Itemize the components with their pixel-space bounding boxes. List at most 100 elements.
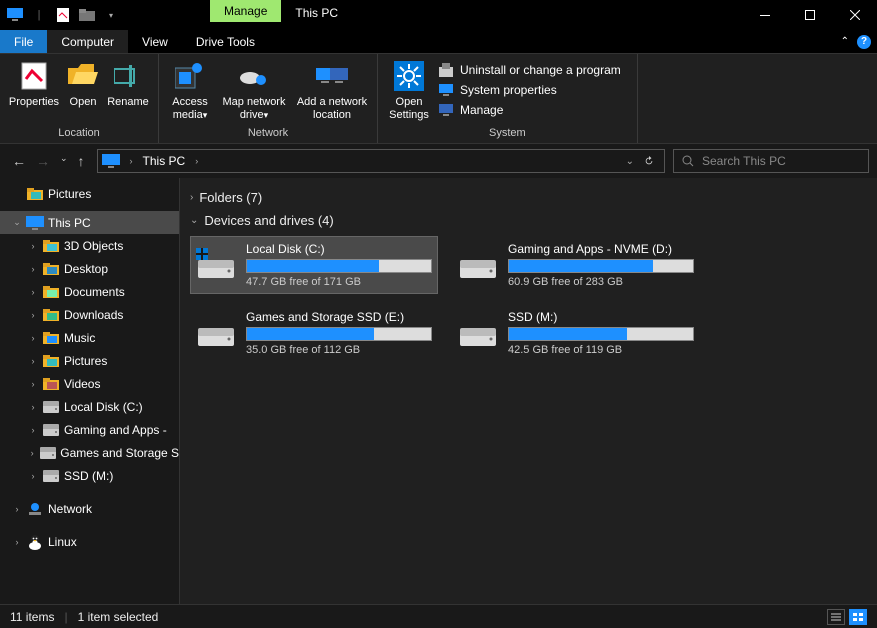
nav-back-button[interactable]: ← — [12, 153, 26, 169]
access-media-button[interactable]: Access media▾ — [165, 58, 215, 122]
navigation-tree[interactable]: Pictures⌄This PC›3D Objects›Desktop›Docu… — [0, 178, 180, 604]
address-bar[interactable]: › This PC › ⌄ — [97, 149, 665, 173]
tree-expand-icon[interactable]: › — [28, 264, 38, 274]
drive-icon — [196, 314, 236, 350]
tree-item[interactable]: › SSD (M:) — [0, 464, 179, 487]
tab-file[interactable]: File — [0, 30, 47, 53]
view-details-button[interactable] — [827, 609, 845, 625]
uninstall-icon — [438, 62, 454, 78]
tree-expand-icon[interactable]: ⌄ — [12, 217, 22, 228]
tree-item-label: Documents — [64, 285, 125, 299]
folder-desk-icon — [42, 261, 60, 277]
folder-pic-icon — [26, 186, 44, 202]
tree-item[interactable]: › Desktop — [0, 257, 179, 280]
tree-item[interactable]: ›Network — [0, 497, 179, 520]
qat-dropdown-icon[interactable]: ▾ — [100, 4, 122, 26]
drive-free-text: 60.9 GB free of 283 GB — [508, 276, 694, 288]
window-title: This PC — [281, 0, 352, 30]
tree-expand-icon[interactable]: › — [12, 537, 22, 547]
tab-computer[interactable]: Computer — [47, 30, 128, 53]
tree-item[interactable]: ›Linux — [0, 530, 179, 553]
open-settings-button[interactable]: Open Settings — [384, 58, 434, 122]
properties-button[interactable]: Properties — [6, 58, 62, 109]
tree-expand-icon[interactable]: › — [28, 241, 38, 251]
search-input[interactable]: Search This PC — [673, 149, 869, 173]
refresh-button[interactable] — [644, 156, 654, 166]
nav-recent-button[interactable]: ⌄ — [60, 153, 68, 169]
map-network-drive-button[interactable]: Map network drive▾ — [215, 58, 293, 122]
status-item-count: 11 items — [10, 610, 54, 624]
monitor-icon — [26, 215, 44, 231]
tree-item[interactable]: › Music — [0, 326, 179, 349]
tree-item[interactable]: ›Games and Storage S — [0, 441, 179, 464]
tree-item[interactable]: › Videos — [0, 372, 179, 395]
drive-tile[interactable]: Games and Storage SSD (E:)35.0 GB free o… — [190, 304, 438, 362]
address-dropdown-icon[interactable]: ⌄ — [626, 156, 634, 167]
qat-properties-icon[interactable] — [52, 4, 74, 26]
tree-expand-icon[interactable]: › — [28, 333, 38, 343]
tree-item-label: Desktop — [64, 262, 108, 276]
qat-new-folder-icon[interactable] — [76, 4, 98, 26]
tree-expand-icon[interactable]: › — [28, 471, 38, 481]
nav-forward-button[interactable]: → — [36, 153, 50, 169]
tree-item[interactable]: Pictures — [0, 182, 179, 205]
tree-item[interactable]: ›Gaming and Apps - — [0, 418, 179, 441]
app-icon — [4, 4, 26, 26]
breadcrumb-separator-icon[interactable]: › — [191, 156, 202, 166]
system-properties-button[interactable]: System properties — [438, 82, 621, 98]
add-network-location-button[interactable]: Add a network location — [293, 58, 371, 122]
uninstall-program-button[interactable]: Uninstall or change a program — [438, 62, 621, 78]
linux-icon — [26, 534, 44, 550]
drive-free-text: 35.0 GB free of 112 GB — [246, 344, 432, 356]
open-button[interactable]: Open — [62, 58, 104, 109]
tree-expand-icon[interactable]: › — [28, 448, 36, 458]
rename-button[interactable]: Rename — [104, 58, 152, 109]
contextual-tab-manage[interactable]: Manage — [210, 0, 281, 22]
drive-tile[interactable]: SSD (M:)42.5 GB free of 119 GB — [452, 304, 700, 362]
tree-expand-icon[interactable]: › — [12, 504, 22, 514]
tree-item-label: Local Disk (C:) — [64, 400, 143, 414]
tree-item[interactable]: › Documents — [0, 280, 179, 303]
drive-free-text: 42.5 GB free of 119 GB — [508, 344, 694, 356]
tree-expand-icon[interactable]: › — [28, 356, 38, 366]
chevron-right-icon: › — [190, 192, 193, 203]
folder-3d-icon — [42, 238, 60, 254]
tree-item[interactable]: ›3D Objects — [0, 234, 179, 257]
tab-view[interactable]: View — [128, 30, 182, 53]
tree-expand-icon[interactable]: › — [28, 425, 38, 435]
tree-expand-icon[interactable]: › — [28, 287, 38, 297]
folder-doc-icon — [42, 284, 60, 300]
tree-item[interactable]: › Pictures — [0, 349, 179, 372]
tree-expand-icon[interactable]: › — [28, 402, 38, 412]
close-button[interactable] — [832, 0, 877, 30]
breadcrumb-this-pc[interactable]: This PC — [143, 154, 186, 168]
tree-item-label: Pictures — [64, 354, 107, 368]
maximize-button[interactable] — [787, 0, 832, 30]
folder-vid-icon — [42, 376, 60, 392]
drive-free-text: 47.7 GB free of 171 GB — [246, 276, 432, 288]
collapse-ribbon-button[interactable]: ⌃ — [841, 36, 849, 47]
tree-expand-icon[interactable]: › — [28, 379, 38, 389]
help-button[interactable]: ? — [857, 35, 871, 49]
view-tiles-button[interactable] — [849, 609, 867, 625]
tree-expand-icon[interactable]: › — [28, 310, 38, 320]
tree-item-label: Downloads — [64, 308, 123, 322]
tree-item-label: SSD (M:) — [64, 469, 113, 483]
minimize-button[interactable] — [742, 0, 787, 30]
drive-tile[interactable]: Gaming and Apps - NVME (D:)60.9 GB free … — [452, 236, 700, 294]
tree-item[interactable]: › Local Disk (C:) — [0, 395, 179, 418]
tree-item-label: Music — [64, 331, 95, 345]
content-pane: › Folders (7) ⌄ Devices and drives (4) L… — [180, 178, 877, 604]
tab-drive-tools[interactable]: Drive Tools — [182, 30, 269, 53]
section-folders[interactable]: › Folders (7) — [190, 186, 867, 209]
manage-button[interactable]: Manage — [438, 102, 621, 118]
nav-up-button[interactable]: ↑ — [78, 153, 85, 169]
drive-tile[interactable]: Local Disk (C:)47.7 GB free of 171 GB — [190, 236, 438, 294]
tree-item-label: Videos — [64, 377, 100, 391]
section-drives[interactable]: ⌄ Devices and drives (4) — [190, 209, 867, 232]
breadcrumb-separator-icon[interactable]: › — [126, 156, 137, 166]
manage-icon — [438, 102, 454, 118]
tree-item[interactable]: ⌄This PC — [0, 211, 179, 234]
tree-item[interactable]: › Downloads — [0, 303, 179, 326]
search-placeholder: Search This PC — [702, 154, 786, 168]
